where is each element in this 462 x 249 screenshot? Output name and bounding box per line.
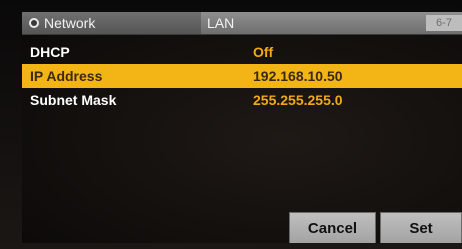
setting-label: IP Address bbox=[30, 68, 103, 84]
network-icon bbox=[29, 18, 39, 28]
set-button[interactable]: Set bbox=[380, 212, 462, 243]
setting-value: 192.168.10.50 bbox=[253, 68, 343, 84]
menu-category-label: Network bbox=[44, 15, 96, 31]
cancel-button[interactable]: Cancel bbox=[289, 212, 376, 243]
lcd-screen: Network LAN 6-7 DHCP Off IP Address 192.… bbox=[22, 12, 462, 243]
settings-list: DHCP Off IP Address 192.168.10.50 Subnet… bbox=[22, 40, 462, 112]
setting-row-dhcp[interactable]: DHCP Off bbox=[22, 40, 462, 64]
setting-label: Subnet Mask bbox=[30, 92, 117, 108]
submenu-title: LAN bbox=[207, 15, 235, 31]
setting-label: DHCP bbox=[30, 44, 70, 60]
title-bar: Network LAN 6-7 bbox=[22, 12, 462, 35]
page-indicator: 6-7 bbox=[426, 15, 462, 31]
setting-row-ip-address[interactable]: IP Address 192.168.10.50 bbox=[22, 64, 462, 88]
setting-value: Off bbox=[253, 44, 274, 60]
setting-row-subnet-mask[interactable]: Subnet Mask 255.255.255.0 bbox=[22, 88, 462, 112]
menu-category: Network bbox=[22, 12, 201, 34]
setting-value: 255.255.255.0 bbox=[253, 92, 343, 108]
